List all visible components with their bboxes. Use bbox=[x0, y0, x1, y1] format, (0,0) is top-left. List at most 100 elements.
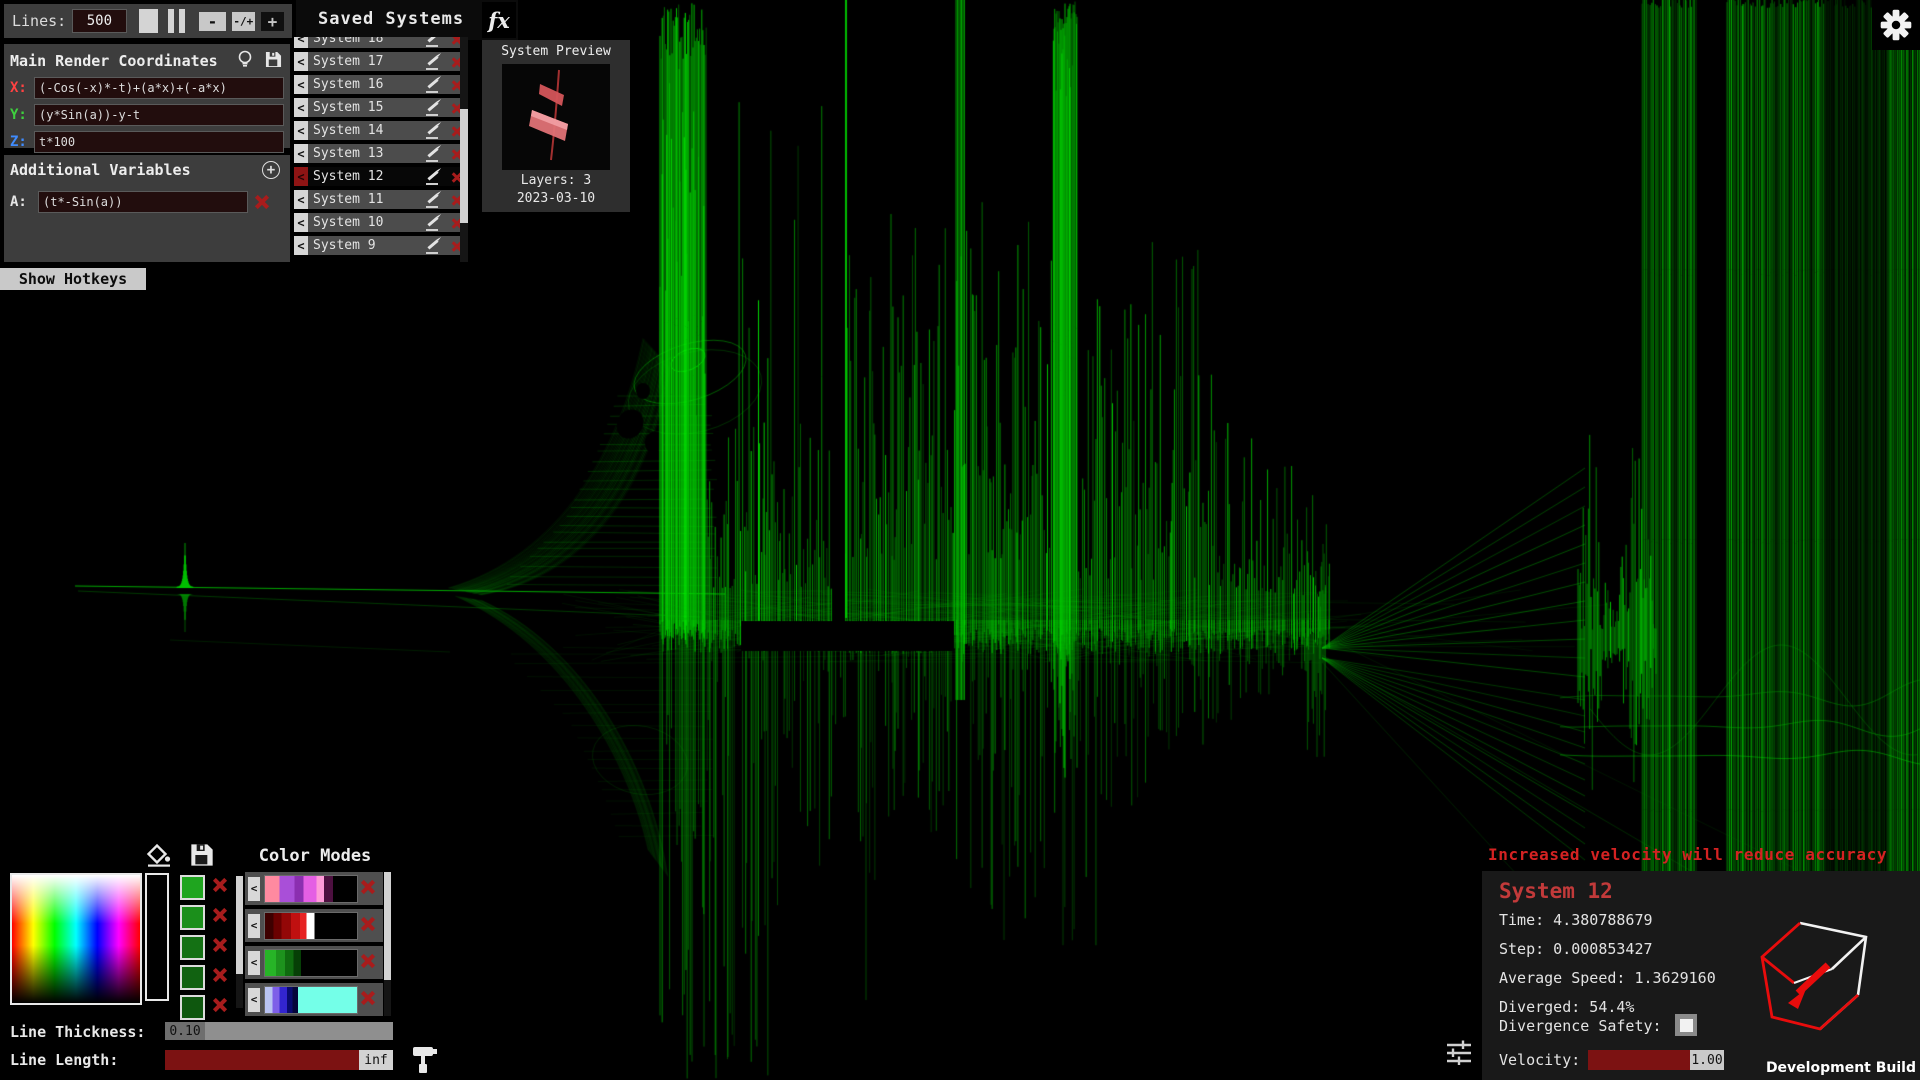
value-slider[interactable] bbox=[145, 873, 169, 1001]
saved-system-label: System 15 bbox=[308, 98, 422, 117]
systems-list-scrollbar[interactable] bbox=[460, 37, 468, 262]
load-system-icon[interactable]: < bbox=[294, 167, 308, 186]
z-formula-input[interactable]: t*100 bbox=[34, 131, 284, 153]
add-variable-icon[interactable]: + bbox=[262, 161, 280, 179]
load-system-icon[interactable]: < bbox=[294, 190, 308, 209]
solid-render-mode-button[interactable] bbox=[139, 9, 159, 33]
edit-system-icon[interactable] bbox=[422, 236, 446, 255]
divergence-safety-checkbox[interactable] bbox=[1675, 1014, 1697, 1036]
line-length-handle[interactable]: inf bbox=[359, 1050, 393, 1070]
bars-render-mode-button[interactable] bbox=[168, 9, 185, 33]
show-hotkeys-button[interactable]: Show Hotkeys bbox=[0, 268, 146, 290]
preview-layers-label: Layers: 3 bbox=[482, 173, 630, 188]
edit-system-icon[interactable] bbox=[422, 121, 446, 140]
edit-system-icon[interactable] bbox=[422, 167, 446, 186]
edit-system-icon[interactable] bbox=[422, 37, 446, 48]
apply-color-mode-icon[interactable]: < bbox=[248, 951, 260, 975]
color-modes-scrollbar[interactable] bbox=[384, 872, 391, 1016]
edit-system-icon[interactable] bbox=[422, 52, 446, 71]
paint-roller-icon[interactable] bbox=[410, 1044, 440, 1080]
plus-button[interactable]: + bbox=[261, 12, 284, 31]
apply-color-mode-icon[interactable]: < bbox=[248, 877, 260, 901]
variable-formula-input[interactable]: (t*-Sin(a)) bbox=[38, 191, 248, 213]
pencil-icon bbox=[425, 100, 443, 116]
color-swatch[interactable] bbox=[180, 875, 205, 900]
swatches-scrollbar-thumb[interactable] bbox=[236, 876, 243, 974]
pencil-icon bbox=[425, 146, 443, 162]
delete-color-mode-icon[interactable] bbox=[360, 953, 376, 973]
load-system-icon[interactable]: < bbox=[294, 75, 308, 94]
load-system-icon[interactable]: < bbox=[294, 121, 308, 140]
delete-color-mode-icon[interactable] bbox=[360, 879, 376, 899]
edit-system-icon[interactable] bbox=[422, 213, 446, 232]
preview-date-label: 2023-03-10 bbox=[482, 191, 630, 206]
saved-system-row-system-12[interactable]: <System 12 bbox=[294, 167, 468, 186]
delete-color-icon[interactable] bbox=[212, 997, 228, 1017]
systems-scrollbar-thumb[interactable] bbox=[460, 109, 468, 223]
saved-system-row-system-9[interactable]: <System 9 bbox=[294, 236, 468, 255]
saved-system-row-system-17[interactable]: <System 17 bbox=[294, 52, 468, 71]
y-formula-input[interactable]: (y*Sin(a))-y-t bbox=[34, 104, 284, 126]
load-system-icon[interactable]: < bbox=[294, 98, 308, 117]
edit-system-icon[interactable] bbox=[422, 75, 446, 94]
velocity-slider[interactable]: 1.00 bbox=[1588, 1050, 1724, 1070]
save-palette-icon[interactable] bbox=[190, 843, 214, 871]
delete-color-icon[interactable] bbox=[212, 937, 228, 957]
apply-color-mode-icon[interactable]: < bbox=[248, 988, 260, 1012]
lines-count-input[interactable]: 500 bbox=[72, 9, 126, 33]
minus-plus-toggle-button[interactable]: -/+ bbox=[232, 12, 255, 31]
color-modes-scrollbar-thumb[interactable] bbox=[384, 872, 391, 980]
pencil-icon bbox=[425, 123, 443, 139]
saved-system-row-system-16[interactable]: <System 16 bbox=[294, 75, 468, 94]
color-picker-field[interactable] bbox=[10, 873, 142, 1005]
load-system-icon[interactable]: < bbox=[294, 236, 308, 255]
delete-color-icon[interactable] bbox=[212, 907, 228, 927]
color-swatch[interactable] bbox=[180, 965, 205, 990]
color-swatch[interactable] bbox=[180, 995, 205, 1020]
saved-system-row-system-14[interactable]: <System 14 bbox=[294, 121, 468, 140]
saved-system-row-system-10[interactable]: <System 10 bbox=[294, 213, 468, 232]
minus-button[interactable]: - bbox=[199, 12, 226, 31]
load-system-icon[interactable]: < bbox=[294, 144, 308, 163]
save-coordinates-icon[interactable] bbox=[265, 51, 282, 72]
load-system-icon[interactable]: < bbox=[294, 52, 308, 71]
delete-color-mode-icon[interactable] bbox=[360, 990, 376, 1010]
load-system-icon[interactable]: < bbox=[294, 213, 308, 232]
system-info-panel: System 12 Time: 4.380788679Step: 0.00085… bbox=[1482, 871, 1920, 1080]
lightbulb-icon[interactable] bbox=[237, 50, 253, 72]
color-mode-row-pink-purple-gradient[interactable]: < bbox=[245, 872, 383, 905]
edit-system-icon[interactable] bbox=[422, 144, 446, 163]
saved-system-label: System 10 bbox=[308, 213, 422, 232]
color-mode-row-blue-cyan-gradient[interactable]: < bbox=[245, 983, 383, 1016]
delete-color-icon[interactable] bbox=[212, 877, 228, 897]
color-swatch[interactable] bbox=[180, 935, 205, 960]
x-icon bbox=[360, 953, 376, 969]
line-thickness-slider[interactable]: 0.10 bbox=[165, 1022, 393, 1040]
color-swatch[interactable] bbox=[180, 905, 205, 930]
saved-system-row-system-18[interactable]: <System 18 bbox=[294, 37, 468, 48]
line-thickness-handle[interactable]: 0.10 bbox=[165, 1022, 205, 1040]
delete-color-mode-icon[interactable] bbox=[360, 916, 376, 936]
fx-formula-button[interactable]: fx bbox=[482, 2, 516, 38]
color-mode-row-green-gradient[interactable]: < bbox=[245, 946, 383, 979]
swatches-scrollbar[interactable] bbox=[236, 876, 243, 1008]
orientation-cube-gizmo[interactable] bbox=[1754, 917, 1879, 1039]
variable-name-label: A: bbox=[10, 194, 32, 210]
color-mode-row-red-white-gradient[interactable]: < bbox=[245, 909, 383, 942]
saved-system-row-system-15[interactable]: <System 15 bbox=[294, 98, 468, 117]
x-formula-input[interactable]: (-Cos(-x)*-t)+(a*x)+(-a*x) bbox=[34, 77, 284, 99]
delete-variable-icon[interactable] bbox=[254, 194, 270, 210]
paint-bucket-icon[interactable] bbox=[146, 843, 172, 871]
system-info-field: Time: 4.380788679 bbox=[1499, 911, 1716, 929]
saved-system-row-system-11[interactable]: <System 11 bbox=[294, 190, 468, 209]
edit-system-icon[interactable] bbox=[422, 190, 446, 209]
saved-system-row-system-13[interactable]: <System 13 bbox=[294, 144, 468, 163]
velocity-handle[interactable]: 1.00 bbox=[1690, 1050, 1724, 1070]
tune-settings-icon[interactable] bbox=[1445, 1038, 1473, 1072]
apply-color-mode-icon[interactable]: < bbox=[248, 914, 260, 938]
line-length-slider[interactable]: inf bbox=[165, 1050, 393, 1070]
delete-color-icon[interactable] bbox=[212, 967, 228, 987]
load-system-icon[interactable]: < bbox=[294, 37, 308, 48]
settings-gear-button[interactable] bbox=[1872, 0, 1920, 50]
edit-system-icon[interactable] bbox=[422, 98, 446, 117]
